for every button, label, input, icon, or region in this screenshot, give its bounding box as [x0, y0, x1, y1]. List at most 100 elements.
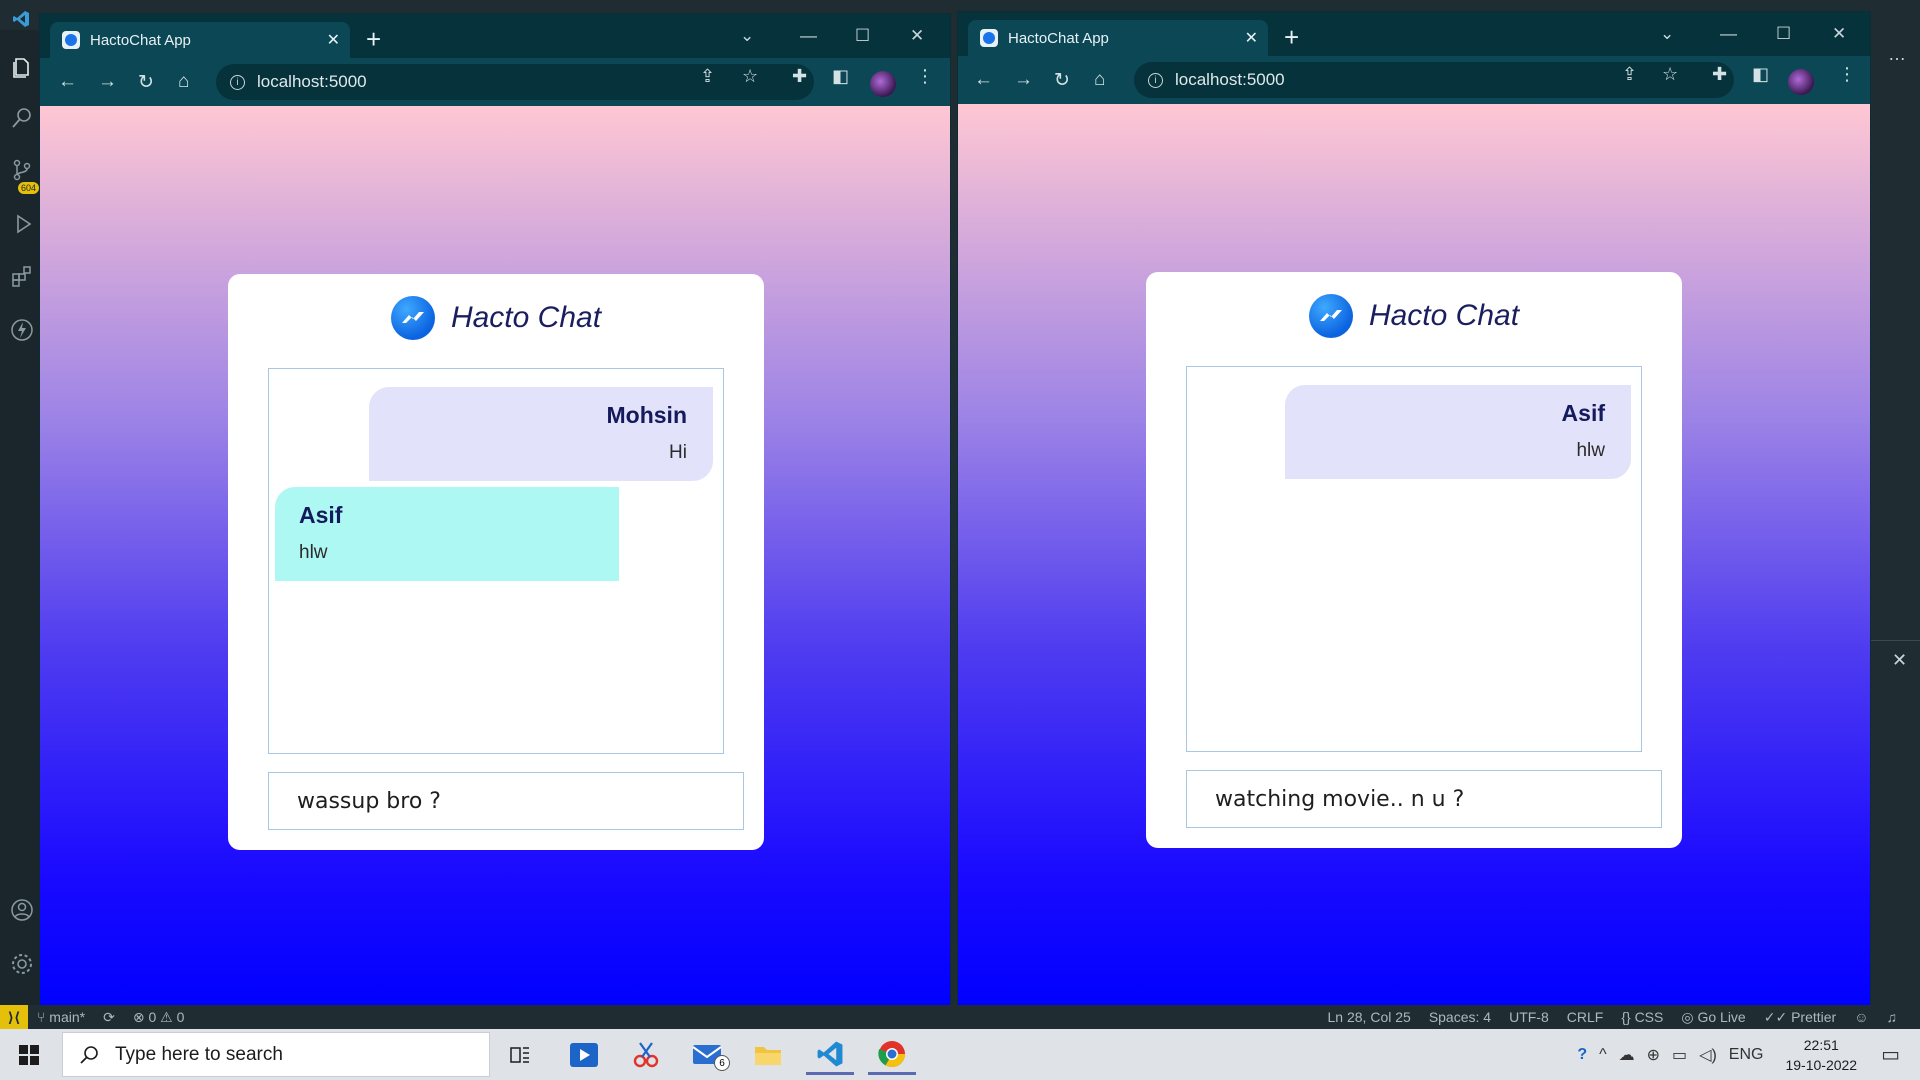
- clock-date: 19-10-2022: [1785, 1056, 1858, 1073]
- clock[interactable]: 22:51 19-10-2022: [1785, 1035, 1857, 1075]
- encoding[interactable]: UTF-8: [1500, 1009, 1558, 1025]
- forward-icon[interactable]: →: [1014, 69, 1033, 91]
- message-bubble: Asif hlw: [1285, 385, 1631, 479]
- lightning-icon[interactable]: [10, 318, 34, 342]
- message-input[interactable]: watching movie.. n u ?: [1186, 770, 1662, 828]
- maximize-icon[interactable]: ☐: [1776, 24, 1791, 44]
- snipping-tool-icon[interactable]: [622, 1035, 670, 1075]
- run-debug-icon[interactable]: [10, 212, 34, 236]
- task-view-icon[interactable]: [496, 1035, 544, 1075]
- address-bar[interactable]: i localhost:5000: [216, 64, 814, 100]
- prettier-button[interactable]: ✓✓ Prettier: [1755, 1009, 1845, 1026]
- share-icon[interactable]: ⇪: [700, 66, 715, 87]
- taskbar-search-box[interactable]: Type here to search: [62, 1032, 490, 1077]
- tab-search-icon[interactable]: ⌄: [1660, 24, 1674, 44]
- message-input[interactable]: wassup bro ?: [268, 772, 744, 830]
- minimize-icon[interactable]: —: [800, 26, 817, 46]
- vscode-logo-icon: [13, 11, 29, 27]
- menu-icon[interactable]: ⋮: [916, 66, 934, 87]
- tab-search-icon[interactable]: ⌄: [740, 26, 754, 46]
- battery-icon[interactable]: ▭: [1672, 1045, 1687, 1065]
- extensions-icon[interactable]: [10, 264, 34, 288]
- account-icon[interactable]: [10, 898, 34, 922]
- feedback-icon[interactable]: ☺: [1845, 1009, 1877, 1025]
- chat-card: Hacto Chat Asif hlw watching movie.. n u…: [1146, 272, 1682, 848]
- back-icon[interactable]: ←: [974, 69, 993, 91]
- chat-header: Hacto Chat: [1146, 294, 1682, 338]
- media-player-icon[interactable]: [560, 1035, 608, 1075]
- source-control-icon[interactable]: [10, 158, 34, 182]
- more-actions-icon[interactable]: …: [1888, 44, 1906, 65]
- site-info-icon[interactable]: i: [1148, 72, 1163, 88]
- mail-icon[interactable]: 6: [684, 1035, 732, 1075]
- site-info-icon[interactable]: i: [230, 74, 245, 90]
- browser-tab[interactable]: HactoChat App ✕: [50, 22, 350, 58]
- onedrive-icon[interactable]: ☁: [1619, 1045, 1635, 1065]
- line-ending[interactable]: CRLF: [1558, 1009, 1613, 1025]
- tab-close-icon[interactable]: ✕: [327, 30, 340, 50]
- bookmark-star-icon[interactable]: ☆: [742, 66, 758, 87]
- close-window-icon[interactable]: ✕: [910, 26, 924, 46]
- remote-indicator-icon[interactable]: ⟩⟨: [0, 1005, 28, 1029]
- maximize-icon[interactable]: ☐: [855, 26, 870, 46]
- message-text: Hi: [669, 442, 687, 463]
- menu-icon[interactable]: ⋮: [1838, 64, 1856, 85]
- help-icon[interactable]: ?: [1577, 1046, 1587, 1064]
- gear-icon[interactable]: [10, 952, 34, 976]
- new-tab-icon[interactable]: +: [366, 24, 381, 55]
- search-placeholder: Type here to search: [115, 1043, 283, 1065]
- reload-icon[interactable]: ↻: [138, 71, 154, 94]
- file-explorer-icon[interactable]: [744, 1035, 792, 1075]
- panel-close-icon[interactable]: ✕: [1892, 650, 1907, 671]
- tray-expand-icon[interactable]: ^: [1599, 1046, 1607, 1064]
- windows-logo-icon: [19, 1044, 39, 1065]
- cursor-position[interactable]: Ln 28, Col 25: [1319, 1009, 1420, 1025]
- extensions-puzzle-icon[interactable]: ✚: [1712, 64, 1727, 85]
- home-icon[interactable]: ⌂: [1094, 69, 1105, 91]
- forward-icon[interactable]: →: [98, 71, 117, 93]
- bookmark-star-icon[interactable]: ☆: [1662, 64, 1678, 85]
- side-panel-icon[interactable]: ◧: [832, 66, 849, 87]
- search-icon[interactable]: [10, 106, 34, 130]
- browser-tab[interactable]: HactoChat App ✕: [968, 20, 1268, 56]
- extensions-puzzle-icon[interactable]: ✚: [792, 66, 807, 87]
- problems-indicator[interactable]: ⊗ 0 ⚠ 0: [124, 1009, 194, 1026]
- sync-icon[interactable]: ⟳: [94, 1009, 124, 1026]
- notifications-icon[interactable]: ♫: [1878, 1009, 1907, 1025]
- messenger-logo-icon: [390, 296, 435, 340]
- tab-title: HactoChat App: [90, 31, 191, 49]
- address-bar[interactable]: i localhost:5000: [1134, 62, 1734, 98]
- minimize-icon[interactable]: —: [1720, 24, 1737, 44]
- home-icon[interactable]: ⌂: [178, 71, 189, 93]
- notification-center-icon[interactable]: ▭: [1881, 1042, 1900, 1067]
- message-list: Mohsin Hi Asif hlw: [268, 368, 724, 754]
- windows-taskbar: Type here to search 6 ? ^ ☁ ⊕ ▭ ◁) ENG 2…: [0, 1029, 1920, 1080]
- indentation[interactable]: Spaces: 4: [1420, 1009, 1500, 1025]
- start-button[interactable]: [0, 1029, 58, 1080]
- message-bubble: Asif hlw: [275, 487, 619, 581]
- profile-avatar[interactable]: [1788, 69, 1814, 95]
- activity-bar: 604: [0, 30, 40, 1010]
- search-icon: [80, 1045, 98, 1064]
- back-icon[interactable]: ←: [58, 71, 77, 93]
- go-live-button[interactable]: ◎ Go Live: [1672, 1009, 1754, 1026]
- side-panel-icon[interactable]: ◧: [1752, 64, 1769, 85]
- branch-indicator[interactable]: ⑂ main*: [28, 1009, 94, 1025]
- close-window-icon[interactable]: ✕: [1832, 24, 1846, 44]
- chrome-icon[interactable]: [868, 1035, 916, 1075]
- explorer-icon[interactable]: [10, 56, 34, 80]
- message-sender: Asif: [1561, 400, 1605, 426]
- network-icon[interactable]: ⊕: [1647, 1045, 1660, 1065]
- share-icon[interactable]: ⇪: [1622, 64, 1637, 85]
- new-tab-icon[interactable]: +: [1284, 22, 1299, 53]
- reload-icon[interactable]: ↻: [1054, 69, 1070, 92]
- language-mode[interactable]: {} CSS: [1612, 1009, 1672, 1025]
- volume-icon[interactable]: ◁): [1699, 1045, 1717, 1065]
- message-sender: Asif: [299, 502, 343, 528]
- messenger-logo-icon: [1308, 294, 1353, 338]
- message-text: hlw: [299, 542, 328, 563]
- language-indicator[interactable]: ENG: [1729, 1046, 1764, 1064]
- profile-avatar[interactable]: [870, 71, 896, 97]
- vscode-taskbar-icon[interactable]: [806, 1035, 854, 1075]
- tab-close-icon[interactable]: ✕: [1245, 28, 1258, 48]
